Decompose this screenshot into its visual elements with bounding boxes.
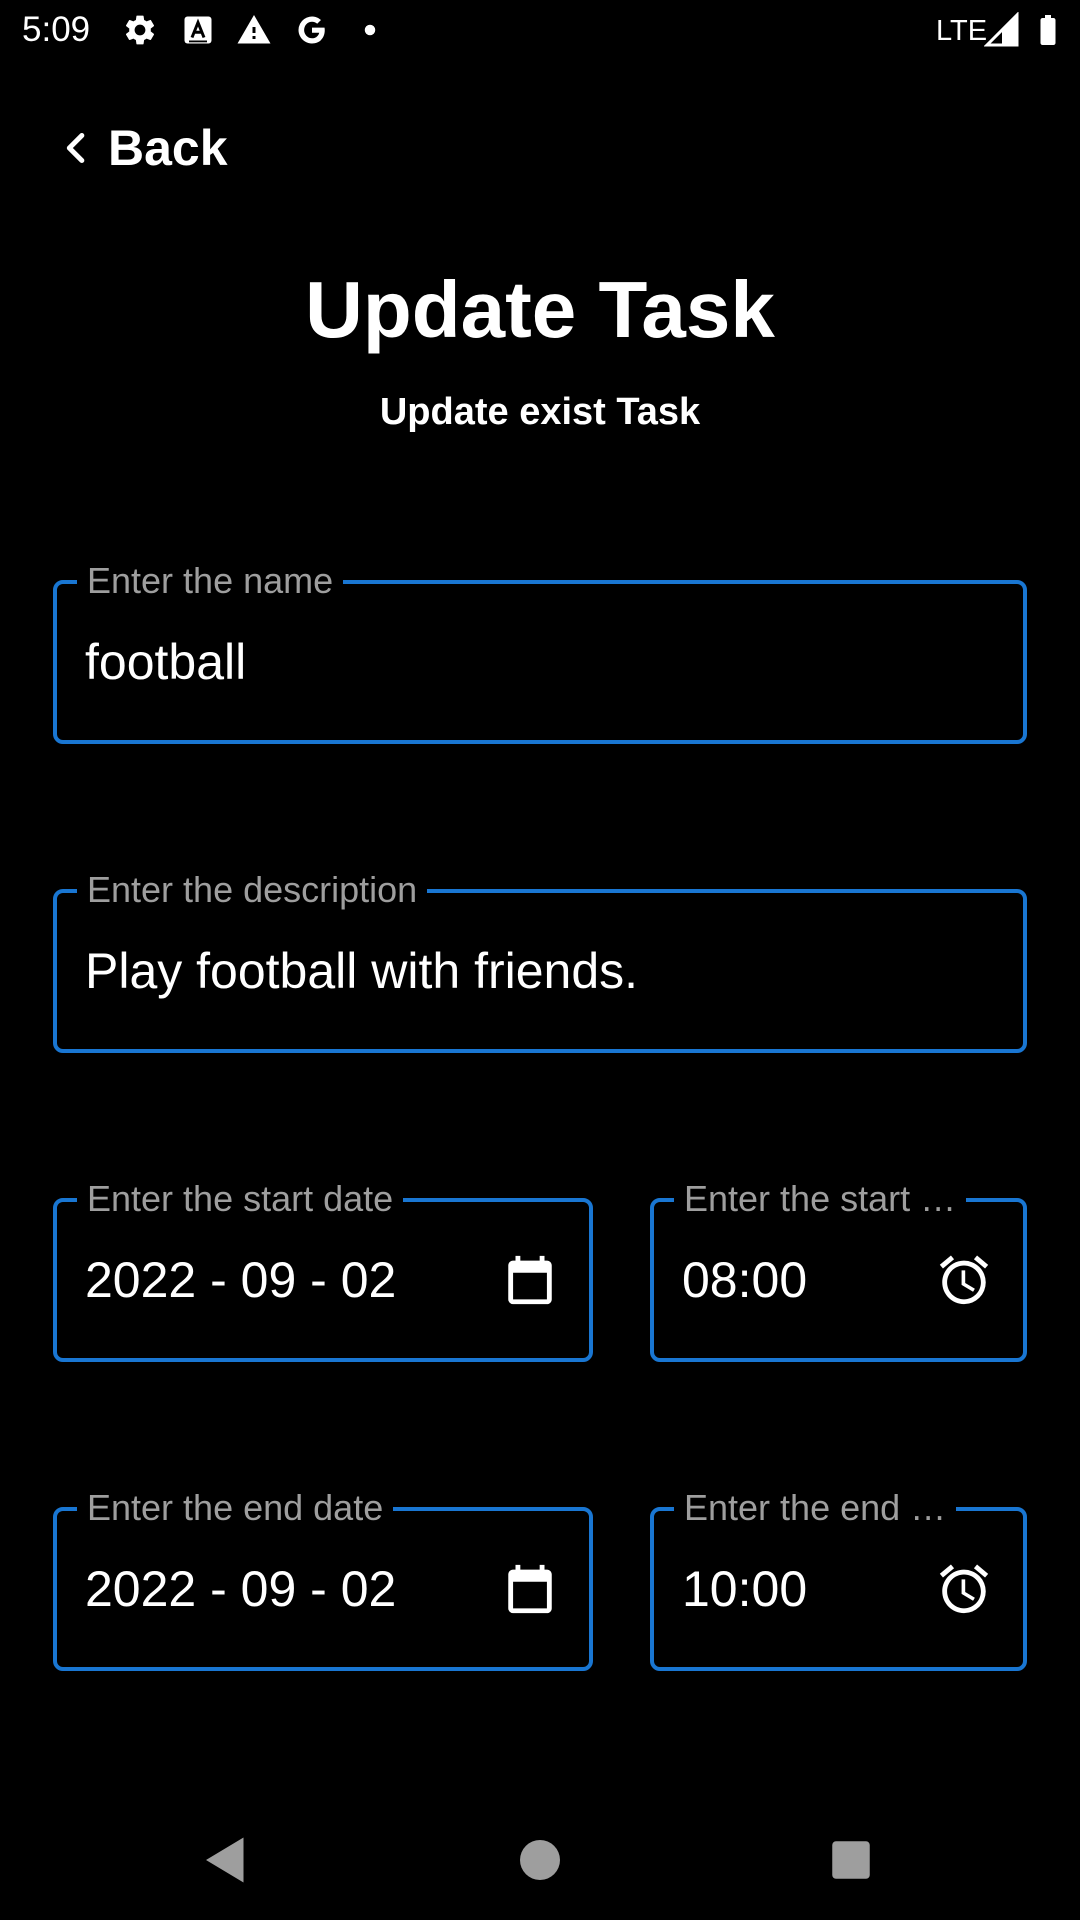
end-time-field-label: Enter the end … <box>674 1485 957 1531</box>
page-subtitle: Update exist Task <box>379 391 701 433</box>
text-a-icon <box>180 12 216 48</box>
start-time-field-value[interactable]: 08:00 <box>682 1250 807 1310</box>
start-date-field-label: Enter the start date <box>77 1176 404 1222</box>
description-field-label: Enter the description <box>77 867 428 913</box>
network-type-label: LTE <box>936 15 988 47</box>
navigation-bar <box>0 1800 1080 1920</box>
calendar-icon[interactable] <box>501 1560 559 1618</box>
calendar-icon[interactable] <box>501 1251 559 1309</box>
back-triangle-icon[interactable] <box>196 1830 256 1890</box>
end-date-field-label: Enter the end date <box>77 1485 394 1531</box>
recents-square-icon[interactable] <box>821 1830 881 1890</box>
start-date-field-value[interactable]: 2022 - 09 - 02 <box>85 1250 396 1310</box>
back-label: Back <box>108 120 228 176</box>
gear-icon <box>122 12 158 48</box>
warning-icon <box>236 12 272 48</box>
status-bar: 5:09 LTE <box>0 0 1080 62</box>
end-time-field-value[interactable]: 10:00 <box>682 1559 807 1619</box>
back-button[interactable]: Back <box>56 112 228 184</box>
status-time: 5:09 <box>22 10 91 49</box>
end-time-field[interactable]: Enter the end … 10:00 <box>650 1485 1027 1671</box>
description-field-value[interactable]: Play football with friends. <box>85 941 638 1001</box>
name-field[interactable]: Enter the name football <box>53 558 1027 744</box>
page-title: Update Task <box>305 265 775 354</box>
signal-icon <box>984 12 1020 48</box>
start-time-field[interactable]: Enter the start … 08:00 <box>650 1176 1027 1362</box>
name-field-label: Enter the name <box>77 558 344 604</box>
end-date-field-value[interactable]: 2022 - 09 - 02 <box>85 1559 396 1619</box>
start-time-field-label: Enter the start … <box>674 1176 967 1222</box>
chevron-left-icon <box>56 128 96 168</box>
dot-icon <box>352 12 388 48</box>
battery-icon <box>1030 12 1066 48</box>
google-g-icon <box>294 12 330 48</box>
home-circle-icon[interactable] <box>510 1830 570 1890</box>
alarm-clock-icon[interactable] <box>935 1251 993 1309</box>
end-date-field[interactable]: Enter the end date 2022 - 09 - 02 <box>53 1485 593 1671</box>
name-field-value[interactable]: football <box>85 632 246 692</box>
start-date-field[interactable]: Enter the start date 2022 - 09 - 02 <box>53 1176 593 1362</box>
description-field[interactable]: Enter the description Play football with… <box>53 867 1027 1053</box>
alarm-clock-icon[interactable] <box>935 1560 993 1618</box>
